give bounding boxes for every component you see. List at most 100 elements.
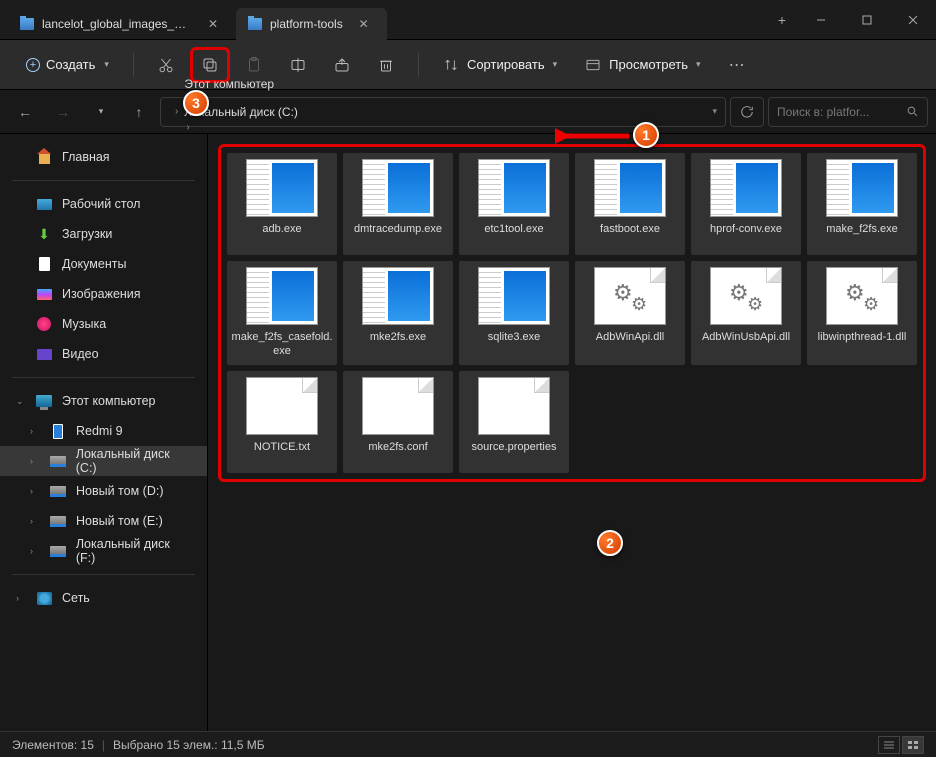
file-item[interactable]: source.properties	[459, 371, 569, 473]
back-button[interactable]: ←	[8, 95, 42, 129]
close-button[interactable]	[890, 0, 936, 39]
mus-icon	[36, 316, 52, 332]
forward-button[interactable]: →	[46, 95, 80, 129]
file-item[interactable]: adb.exe	[227, 153, 337, 255]
file-name: make_f2fs.exe	[826, 223, 898, 249]
file-item[interactable]: fastboot.exe	[575, 153, 685, 255]
exe-icon	[710, 159, 782, 217]
tab[interactable]: lancelot_global_images_V13.0.4✕	[8, 8, 236, 40]
refresh-button[interactable]	[730, 97, 764, 127]
file-grid[interactable]: adb.exe dmtracedump.exe etc1tool.exe fastbo…	[218, 144, 926, 482]
sidebar-item[interactable]: Изображения	[0, 279, 207, 309]
cut-button[interactable]	[146, 47, 186, 83]
more-button[interactable]: ⋯	[717, 47, 757, 83]
file-name: AdbWinUsbApi.dll	[702, 331, 790, 357]
tab[interactable]: platform-tools ✕	[236, 8, 387, 40]
callout-2: 2	[597, 530, 623, 556]
window-controls	[798, 0, 936, 39]
sort-button[interactable]: Сортировать ▾	[431, 57, 569, 73]
sidebar-drive[interactable]: ›Локальный диск (C:)	[0, 446, 207, 476]
file-name: libwinpthread-1.dll	[818, 331, 907, 357]
minimize-button[interactable]	[798, 0, 844, 39]
file-name: mke2fs.exe	[370, 331, 426, 357]
chevron-down-icon: ▾	[104, 59, 109, 70]
down-icon: ⬇	[36, 226, 52, 242]
status-selected: Выбрано 15 элем.: 11,5 МБ	[113, 738, 265, 752]
file-item[interactable]: ⚙⚙ libwinpthread-1.dll	[807, 261, 917, 365]
file-item[interactable]: ⚙⚙ AdbWinUsbApi.dll	[691, 261, 801, 365]
sidebar-network[interactable]: › Сеть	[0, 583, 207, 613]
up-button[interactable]: ↑	[122, 95, 156, 129]
sidebar-drive[interactable]: ›Локальный диск (F:)	[0, 536, 207, 566]
search-input[interactable]: Поиск в: platfor...	[768, 97, 928, 127]
file-item[interactable]: mke2fs.exe	[343, 261, 453, 365]
sidebar-drive[interactable]: ›Новый том (D:)	[0, 476, 207, 506]
file-name: NOTICE.txt	[254, 441, 310, 467]
file-icon	[246, 377, 318, 435]
view-button[interactable]: Просмотреть ▾	[573, 57, 712, 73]
file-item[interactable]: make_f2fs.exe	[807, 153, 917, 255]
tab-close-button[interactable]: ✕	[357, 17, 371, 31]
navbar: ← → ▾ ↑ › Этот компьютер›Локальный диск …	[0, 90, 936, 134]
vid-icon	[36, 346, 52, 362]
file-item[interactable]: sqlite3.exe	[459, 261, 569, 365]
file-name: AdbWinApi.dll	[596, 331, 664, 357]
sidebar-item[interactable]: Видео	[0, 339, 207, 369]
new-tab-button[interactable]: +	[766, 4, 798, 36]
maximize-button[interactable]	[844, 0, 890, 39]
file-item[interactable]: make_f2fs_casefold.exe	[227, 261, 337, 365]
tab-close-button[interactable]: ✕	[206, 17, 220, 31]
exe-icon	[362, 159, 434, 217]
file-name: sqlite3.exe	[488, 331, 541, 357]
view-icon	[585, 57, 601, 73]
share-button[interactable]	[322, 47, 362, 83]
file-name: mke2fs.conf	[368, 441, 427, 467]
file-item[interactable]: mke2fs.conf	[343, 371, 453, 473]
file-item[interactable]: etc1tool.exe	[459, 153, 569, 255]
sidebar-item[interactable]: Документы	[0, 249, 207, 279]
home-icon	[36, 149, 52, 165]
chevron-right-icon: ›	[30, 426, 40, 436]
sidebar-this-pc[interactable]: ⌄ Этот компьютер	[0, 386, 207, 416]
dll-icon: ⚙⚙	[710, 267, 782, 325]
exe-icon	[594, 159, 666, 217]
exe-icon	[826, 159, 898, 217]
sidebar-item[interactable]: Рабочий стол	[0, 189, 207, 219]
file-pane: adb.exe dmtracedump.exe etc1tool.exe fastbo…	[208, 134, 936, 752]
paste-button[interactable]	[234, 47, 274, 83]
chevron-down-icon[interactable]: ▾	[712, 106, 717, 117]
dll-icon: ⚙⚙	[826, 267, 898, 325]
view-details-button[interactable]	[878, 736, 900, 754]
file-item[interactable]: dmtracedump.exe	[343, 153, 453, 255]
chevron-down-icon: ▾	[696, 59, 701, 70]
tab-label: platform-tools	[270, 17, 343, 31]
file-item[interactable]: hprof-conv.exe	[691, 153, 801, 255]
file-item[interactable]: ⚙⚙ AdbWinApi.dll	[575, 261, 685, 365]
chevron-right-icon: ›	[16, 593, 26, 603]
delete-button[interactable]	[366, 47, 406, 83]
sidebar-drive[interactable]: ›Новый том (E:)	[0, 506, 207, 536]
view-icons-button[interactable]	[902, 736, 924, 754]
sidebar-home[interactable]: Главная	[0, 142, 207, 172]
chevron-right-icon: ›	[30, 456, 40, 466]
recent-button[interactable]: ▾	[84, 95, 118, 129]
file-name: adb.exe	[262, 223, 301, 249]
chevron-right-icon: ›	[30, 516, 40, 526]
callout-1: 1	[633, 122, 659, 148]
chevron-right-icon: ›	[30, 486, 40, 496]
chevron-down-icon: ▾	[553, 59, 558, 70]
chevron-right-icon: ›	[30, 546, 40, 556]
create-button[interactable]: + Создать ▾	[14, 51, 121, 78]
sidebar-item[interactable]: ⬇Загрузки	[0, 219, 207, 249]
phone-icon	[50, 423, 66, 439]
file-item[interactable]: NOTICE.txt	[227, 371, 337, 473]
file-name: etc1tool.exe	[484, 223, 543, 249]
file-name: dmtracedump.exe	[354, 223, 442, 249]
create-label: Создать	[46, 57, 95, 72]
sidebar-item[interactable]: Музыка	[0, 309, 207, 339]
exe-icon	[478, 159, 550, 217]
sidebar-drive[interactable]: ›Redmi 9	[0, 416, 207, 446]
file-name: hprof-conv.exe	[710, 223, 782, 249]
dll-icon: ⚙⚙	[594, 267, 666, 325]
sidebar: Главная Рабочий стол⬇ЗагрузкиДокументыИз…	[0, 134, 208, 752]
